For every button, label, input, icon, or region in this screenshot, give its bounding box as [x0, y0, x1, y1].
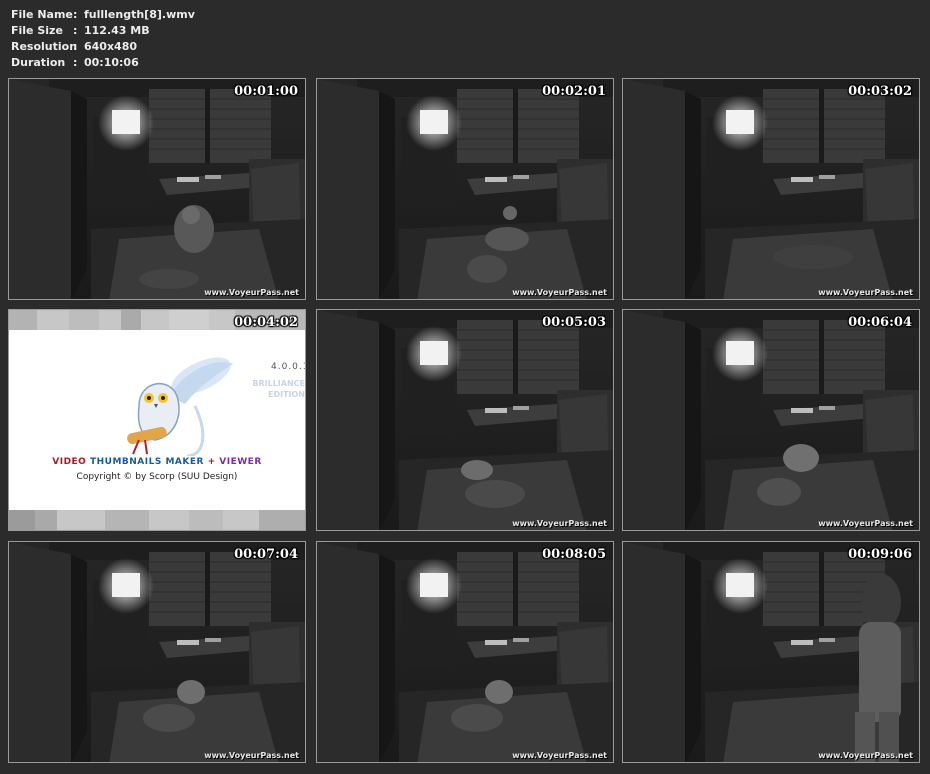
video-thumbnail[interactable]: 00:06:04 www.VoyeurPass.net [622, 309, 920, 531]
room-scene-image [9, 542, 305, 762]
owl-with-scroll-icon [127, 357, 233, 456]
file-name-value: fulllength[8].wmv [84, 8, 195, 21]
separator: : [73, 56, 78, 69]
logo-version: 4.0.0.1 [271, 362, 306, 372]
timestamp: 00:08:05 [542, 547, 606, 562]
logo-title-plus: + [207, 457, 216, 467]
edition-line-1: BRILLIANCE [252, 379, 305, 388]
video-thumbnail[interactable]: 00:09:06 www.VoyeurPass.net [622, 541, 920, 763]
video-thumbnail[interactable]: 00:05:03 www.VoyeurPass.net [316, 309, 614, 531]
separator: : [73, 24, 78, 37]
logo-pixel-strip [9, 510, 305, 530]
duration-label: Duration [11, 56, 66, 69]
watermark: www.VoyeurPass.net [512, 519, 607, 528]
duration-value: 00:10:06 [84, 56, 139, 69]
file-info: File Name : fulllength[8].wmv File Size … [11, 7, 195, 71]
file-size-row: File Size : 112.43 MB [11, 23, 195, 39]
file-name-row: File Name : fulllength[8].wmv [11, 7, 195, 23]
timestamp: 00:01:00 [234, 84, 298, 99]
video-thumbnail[interactable]: 00:07:04 www.VoyeurPass.net [8, 541, 306, 763]
logo-copyright: Copyright © by Scorp (SUU Design) [76, 472, 238, 482]
room-scene-image [317, 310, 613, 530]
room-scene-image [9, 79, 305, 299]
watermark: www.VoyeurPass.net [204, 288, 299, 297]
watermark: www.VoyeurPass.net [512, 288, 607, 297]
timestamp: 00:02:01 [542, 84, 606, 99]
file-size-value: 112.43 MB [84, 24, 150, 37]
resolution-value: 640x480 [84, 40, 138, 53]
room-scene-image [317, 79, 613, 299]
watermark: www.VoyeurPass.net [204, 751, 299, 760]
separator: : [73, 40, 78, 53]
resolution-row: Resolution : 640x480 [11, 39, 195, 55]
video-thumbnail[interactable]: 00:02:01 www.VoyeurPass.net [316, 78, 614, 300]
watermark: www.VoyeurPass.net [512, 751, 607, 760]
timestamp: 00:06:04 [848, 315, 912, 330]
logo-thumbnail[interactable]: 4.0.0.1 BRILLIANCE EDITION VIDEO THUMBNA… [8, 309, 306, 531]
resolution-label: Resolution [11, 40, 78, 53]
logo-title-viewer: VIEWER [219, 457, 262, 467]
timestamp: 00:07:04 [234, 547, 298, 562]
video-thumbnail[interactable]: 00:03:02 www.VoyeurPass.net [622, 78, 920, 300]
room-scene-image [623, 542, 919, 762]
watermark: www.VoyeurPass.net [818, 751, 913, 760]
timestamp: 00:09:06 [848, 547, 912, 562]
room-scene-image [623, 310, 919, 530]
logo-title: VIDEO THUMBNAILS MAKER + VIEWER [9, 457, 305, 467]
logo-title-maker: THUMBNAILS MAKER [89, 457, 204, 467]
logo-title-video: VIDEO [52, 457, 87, 467]
duration-row: Duration : 00:10:06 [11, 55, 195, 71]
video-thumbnail[interactable]: 00:01:00 www.VoyeurPass.net [8, 78, 306, 300]
edition-line-2: EDITION [267, 390, 305, 399]
video-thumbnail[interactable]: 00:08:05 www.VoyeurPass.net [316, 541, 614, 763]
timestamp: 00:05:03 [542, 315, 606, 330]
logo-edition: BRILLIANCE EDITION [245, 378, 305, 400]
timestamp: 00:03:02 [848, 84, 912, 99]
room-scene-image [317, 542, 613, 762]
watermark: www.VoyeurPass.net [818, 519, 913, 528]
watermark: www.VoyeurPass.net [818, 288, 913, 297]
room-scene-image [623, 79, 919, 299]
timestamp: 00:04:02 [234, 315, 298, 330]
file-name-label: File Name [11, 8, 73, 21]
separator: : [73, 8, 78, 21]
file-size-label: File Size [11, 24, 63, 37]
